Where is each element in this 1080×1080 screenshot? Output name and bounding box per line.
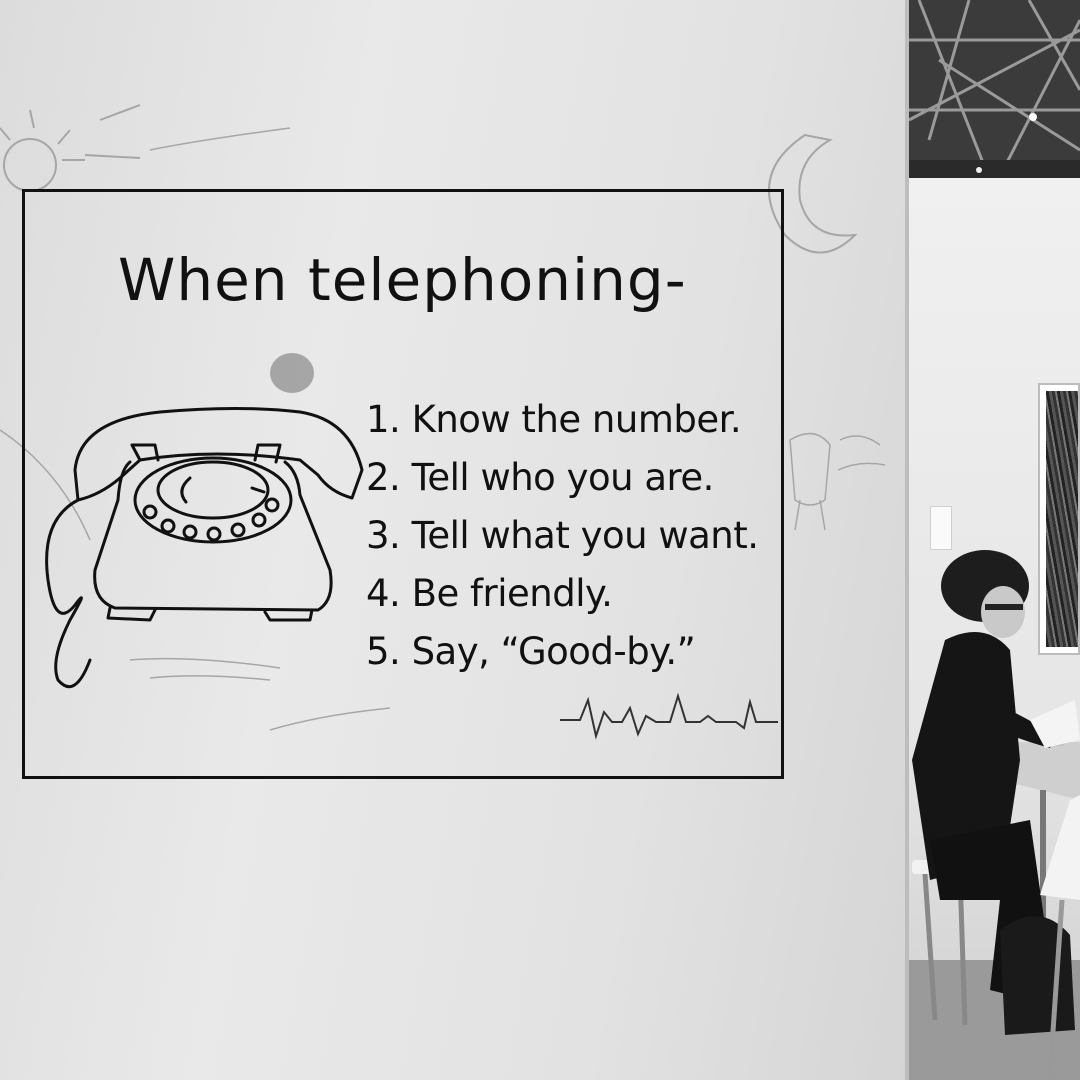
gallery-scene: When telephoning- 1. Know the number. 2.…: [0, 0, 1080, 1080]
heartbeat-icon: [560, 692, 778, 740]
